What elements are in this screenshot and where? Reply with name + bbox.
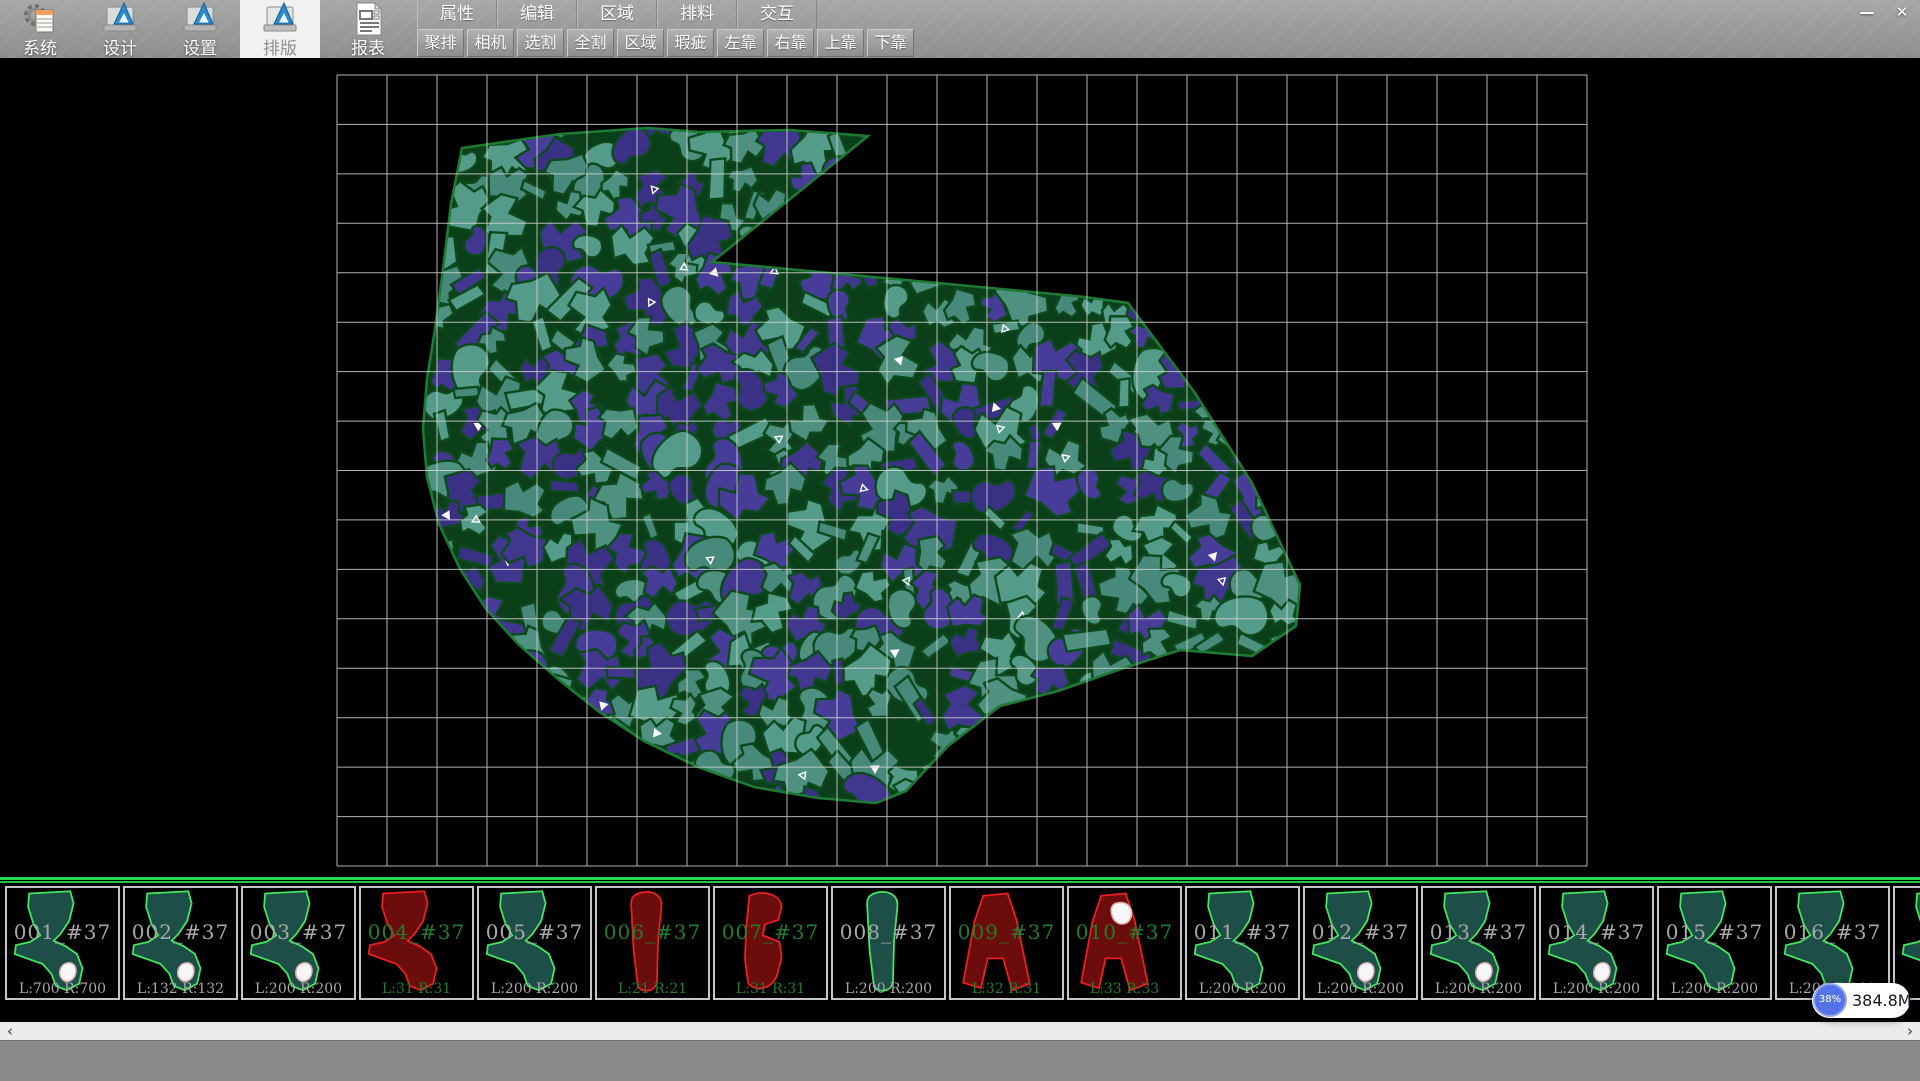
ribbon-right: 属性编辑区域排料交互 聚排相机选割全割区域瑕疵左靠右靠上靠下靠 [417, 0, 914, 58]
horizontal-scrollbar[interactable]: ‹ › [0, 1022, 1920, 1040]
part-lr-count-label: L:33 R:33 [1069, 981, 1180, 997]
progress-badge: 38% 384.8M [1812, 983, 1910, 1018]
tab-4[interactable]: 排料 [657, 0, 737, 28]
main-button-5[interactable]: 报表 [328, 0, 408, 58]
part-lr-count-label: L:200 R:200 [1541, 981, 1652, 997]
scroll-left-icon[interactable]: ‹ [0, 1022, 20, 1040]
nesting-svg [0, 58, 1920, 877]
part-thumbnail-14[interactable]: 014_#37 L:200 R:200 [1539, 886, 1654, 1000]
part-thumbnail-5[interactable]: 005_#37 L:200 R:200 [477, 886, 592, 1000]
part-thumbnail-6[interactable]: 006_#37 L:21 R:21 [595, 886, 710, 1000]
tool-button-3[interactable]: 选割 [517, 29, 564, 57]
tool-button-1[interactable]: 聚排 [417, 29, 464, 57]
part-id-label: 002_#37 [125, 920, 236, 944]
strip-separator-line [0, 877, 1920, 880]
part-id-label: 013_#37 [1423, 920, 1534, 944]
main-button-label: 排版 [263, 34, 297, 59]
tool-button-5[interactable]: 区域 [617, 29, 664, 57]
part-lr-count-label: L:32 R:31 [951, 981, 1062, 997]
settings-ruler-icon [182, 1, 218, 35]
main-button-label: 设计 [103, 34, 137, 59]
part-thumbnail-1[interactable]: 001_#37 L:700 R:700 [5, 886, 120, 1000]
window-controls: — ✕ [1853, 2, 1916, 23]
main-button-label: 系统 [23, 34, 57, 59]
part-lr-count-label: L:200 R:200 [243, 981, 354, 997]
main-button-4[interactable]: 排版 [240, 0, 320, 58]
part-thumbnail-4[interactable]: 004_#37 L:31 R:31 [359, 886, 474, 1000]
part-id-label: 003_#37 [243, 920, 354, 944]
tool-button-row: 聚排相机选割全割区域瑕疵左靠右靠上靠下靠 [417, 28, 914, 58]
tab-1[interactable]: 属性 [417, 0, 497, 28]
strip-separator-line2 [0, 881, 1920, 883]
main-toolbar: 系统 设计 设置 排版 报表 [0, 0, 408, 58]
tab-2[interactable]: 编辑 [497, 0, 577, 28]
design-ruler-icon [102, 1, 138, 35]
part-lr-count-label: L:200 R:200 [1305, 981, 1416, 997]
part-id-label: 008_#37 [833, 920, 944, 944]
part-lr-count-label: L:200 R:200 [1659, 981, 1770, 997]
part-lr-count-label: L:700 R:700 [7, 981, 118, 997]
part-id-label: 005_#37 [479, 920, 590, 944]
part-id-label: 014_#37 [1541, 920, 1652, 944]
part-thumbnail-12[interactable]: 012_#37 L:200 R:200 [1303, 886, 1418, 1000]
part-thumbnail-11[interactable]: 011_#37 L:200 R:200 [1185, 886, 1300, 1000]
menu-tabs: 属性编辑区域排料交互 [417, 0, 914, 28]
part-id-label: 006_#37 [597, 920, 708, 944]
part-lr-count-label: L:200 R:200 [1187, 981, 1298, 997]
scrollbar-track[interactable] [20, 1022, 1900, 1040]
scroll-right-icon[interactable]: › [1900, 1022, 1920, 1040]
part-id-label: 016_#37 [1777, 920, 1888, 944]
tool-button-10[interactable]: 下靠 [867, 29, 914, 57]
part-lr-count-label: L:21 R:21 [597, 981, 708, 997]
memory-usage-label: 384.8M [1852, 983, 1906, 1018]
tool-button-9[interactable]: 上靠 [817, 29, 864, 57]
layout-ruler-icon [262, 1, 298, 35]
part-thumbnail-3[interactable]: 003_#37 L:200 R:200 [241, 886, 356, 1000]
part-lr-count-label: L:200 R:200 [833, 981, 944, 997]
part-id-label: 0 [1895, 920, 1920, 944]
part-id-label: 007_#37 [715, 920, 826, 944]
main-button-1[interactable]: 系统 [0, 0, 80, 58]
part-thumbnail-2[interactable]: 002_#37 L:132 R:132 [123, 886, 238, 1000]
part-id-label: 001_#37 [7, 920, 118, 944]
part-lr-count-label: L:31 R:31 [715, 981, 826, 997]
tool-button-8[interactable]: 右靠 [767, 29, 814, 57]
tab-5[interactable]: 交互 [737, 0, 817, 28]
part-thumbnail-8[interactable]: 008_#37 L:200 R:200 [831, 886, 946, 1000]
part-thumbnail-15[interactable]: 015_#37 L:200 R:200 [1657, 886, 1772, 1000]
part-id-label: 010_#37 [1069, 920, 1180, 944]
close-button[interactable]: ✕ [1888, 2, 1916, 23]
part-lr-count-label: L:132 R:132 [125, 981, 236, 997]
tool-button-7[interactable]: 左靠 [717, 29, 764, 57]
part-thumbnail-10[interactable]: 010_#37 L:33 R:33 [1067, 886, 1182, 1000]
part-id-label: 009_#37 [951, 920, 1062, 944]
tool-button-4[interactable]: 全割 [567, 29, 614, 57]
nesting-canvas[interactable] [0, 58, 1920, 877]
bottom-status-bar [0, 1040, 1920, 1081]
part-lr-count-label: L:31 R:31 [361, 981, 472, 997]
minimize-button[interactable]: — [1853, 2, 1881, 23]
main-button-3[interactable]: 设置 [160, 0, 240, 58]
tool-button-2[interactable]: 相机 [467, 29, 514, 57]
ribbon: 系统设计设置排版报表 属性编辑区域排料交互 聚排相机选割全割区域瑕疵左靠右靠上靠… [0, 0, 1920, 58]
report-document-icon [350, 1, 386, 35]
part-id-label: 012_#37 [1305, 920, 1416, 944]
progress-percent-badge: 38% [1813, 983, 1847, 1017]
parts-strip: 001_#37 L:700 R:700 002_#37 L:132 R:132 003_… [0, 877, 1920, 1005]
part-thumbnail-7[interactable]: 007_#37 L:31 R:31 [713, 886, 828, 1000]
tab-3[interactable]: 区域 [577, 0, 657, 28]
part-lr-count-label: L:200 R:200 [479, 981, 590, 997]
part-thumbnail-9[interactable]: 009_#37 L:32 R:31 [949, 886, 1064, 1000]
main-button-label: 设置 [183, 34, 217, 59]
part-thumbnail-13[interactable]: 013_#37 L:200 R:200 [1421, 886, 1536, 1000]
part-lr-count-label: L:200 R:200 [1423, 981, 1534, 997]
part-id-label: 004_#37 [361, 920, 472, 944]
part-id-label: 011_#37 [1187, 920, 1298, 944]
parts-list: 001_#37 L:700 R:700 002_#37 L:132 R:132 003_… [0, 886, 1920, 1004]
system-gear-icon [22, 1, 58, 35]
main-button-2[interactable]: 设计 [80, 0, 160, 58]
main-button-label: 报表 [351, 34, 385, 59]
tool-button-6[interactable]: 瑕疵 [667, 29, 714, 57]
part-id-label: 015_#37 [1659, 920, 1770, 944]
